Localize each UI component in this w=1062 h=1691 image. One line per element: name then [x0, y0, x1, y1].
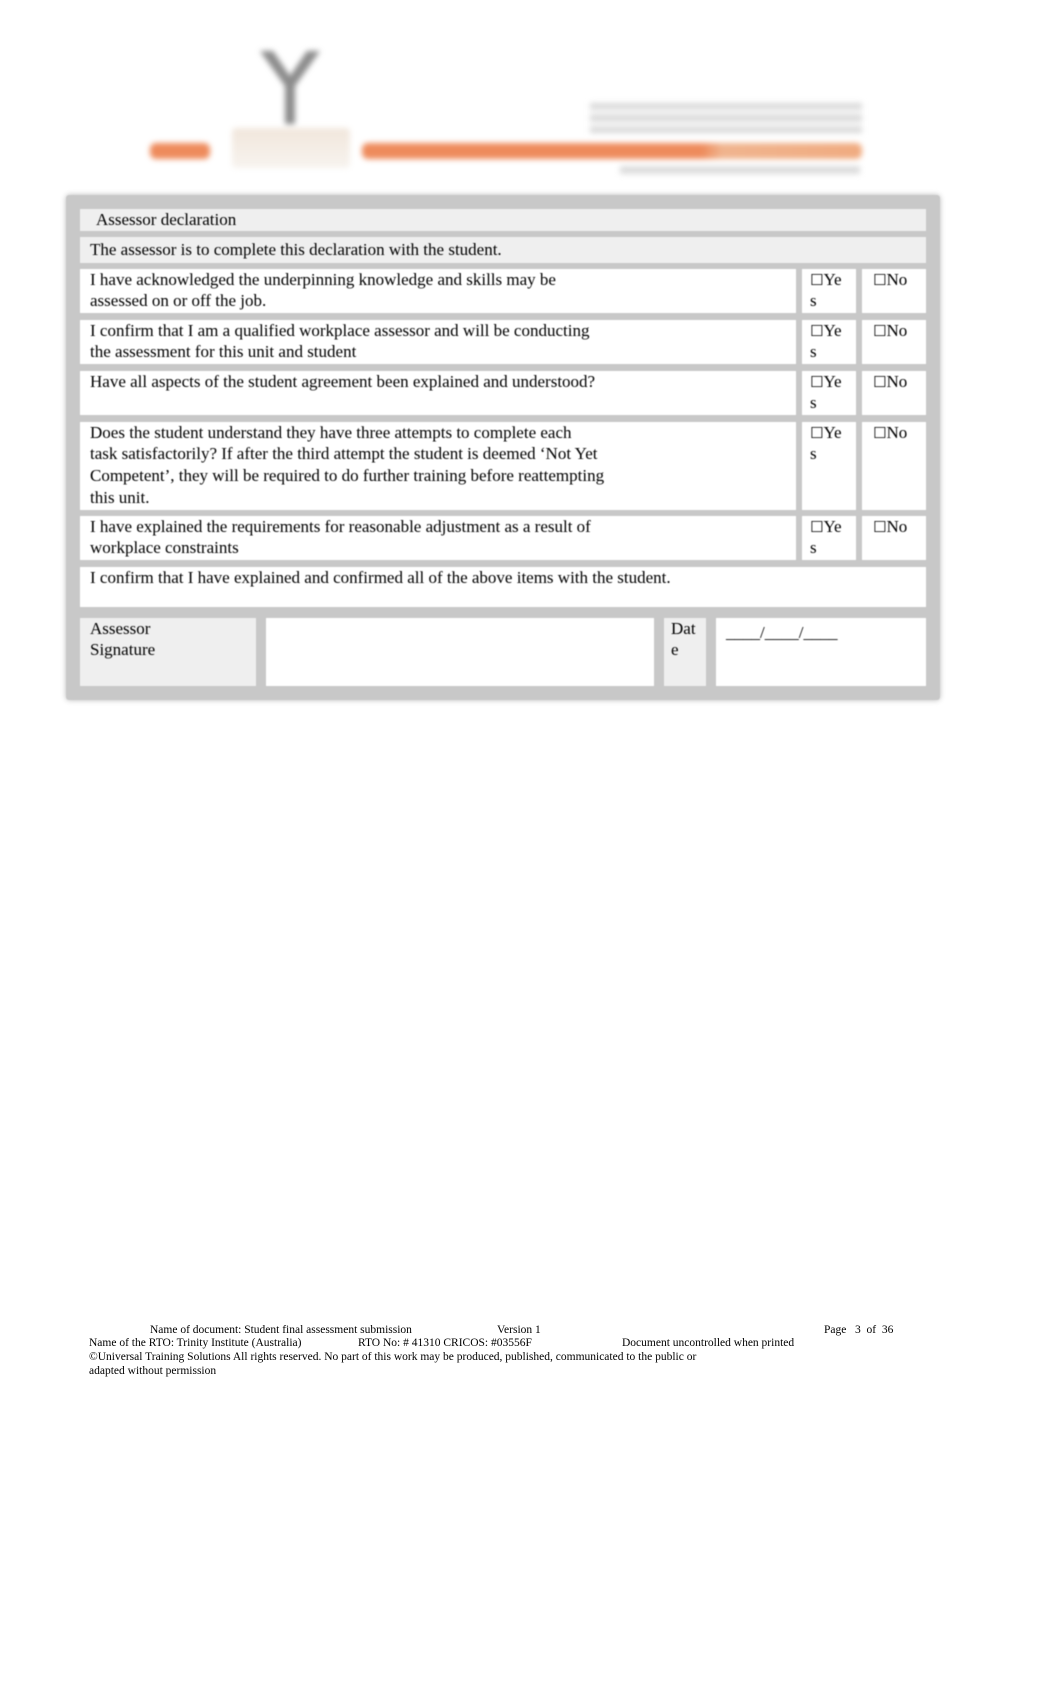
page-total: 36: [881, 1324, 894, 1336]
checkbox-icon[interactable]: ☐: [873, 322, 886, 340]
no-checkbox-cell[interactable]: ☐No: [862, 516, 926, 560]
table-title-row: Assessor declaration: [80, 209, 926, 231]
checkbox-icon[interactable]: ☐: [873, 518, 886, 536]
date-value: ____/____/____: [726, 623, 838, 642]
date-label: e: [671, 640, 679, 659]
yes-label-wrap: s: [810, 444, 817, 463]
header-subtext: [620, 166, 860, 174]
checkbox-icon[interactable]: ☐: [810, 271, 823, 289]
yes-label: Ye: [823, 423, 842, 442]
yes-label: Ye: [823, 270, 842, 289]
checkbox-icon[interactable]: ☐: [873, 424, 886, 442]
declaration-item: Does the student understand they have th…: [80, 422, 796, 510]
checkbox-icon[interactable]: ☐: [810, 373, 823, 391]
footer-doc-name: Name of document: Student final assessme…: [150, 1324, 412, 1336]
header-accent-bar-left: [150, 143, 210, 159]
yes-checkbox-cell[interactable]: ☐Ye s: [802, 422, 856, 510]
item-text-line: workplace constraints: [90, 538, 239, 557]
no-checkbox-cell[interactable]: ☐No: [862, 320, 926, 364]
footer-version: Version 1: [497, 1324, 541, 1336]
yes-label: Ye: [823, 372, 842, 391]
declaration-item: I have explained the requirements for re…: [80, 516, 796, 560]
yes-checkbox-cell[interactable]: ☐Ye s: [802, 320, 856, 364]
yes-label-wrap: s: [810, 538, 817, 557]
header-contact-text: [590, 103, 862, 133]
item-text-line: the assessment for this unit and student: [90, 342, 357, 361]
confirm-row: I confirm that I have explained and conf…: [80, 567, 926, 607]
yes-checkbox-cell[interactable]: ☐Ye s: [802, 371, 856, 415]
yes-label-wrap: s: [810, 342, 817, 361]
yes-label: Ye: [823, 517, 842, 536]
footer-rto-name: Name of the RTO: Trinity Institute (Aust…: [89, 1337, 302, 1349]
yes-label-wrap: s: [810, 393, 817, 412]
header-accent-bar: [362, 143, 862, 159]
no-label: No: [886, 517, 908, 536]
item-text-line: Have all aspects of the student agreemen…: [90, 372, 596, 391]
checkbox-icon[interactable]: ☐: [873, 373, 886, 391]
footer-rto-no: RTO No: # 41310 CRICOS: #03556F: [358, 1337, 532, 1349]
signature-label: Signature: [90, 640, 156, 659]
logo-wordmark: [232, 128, 350, 168]
no-checkbox-cell[interactable]: ☐No: [862, 371, 926, 415]
footer-copyright: adapted without permission: [89, 1365, 217, 1377]
item-text-line: I have acknowledged the underpinning kno…: [90, 270, 556, 289]
yes-checkbox-cell[interactable]: ☐Ye s: [802, 516, 856, 560]
item-text-line: Does the student understand they have th…: [90, 423, 572, 442]
checkbox-icon[interactable]: ☐: [810, 518, 823, 536]
page-current: 3: [854, 1324, 861, 1336]
yes-label: Ye: [823, 321, 842, 340]
page-label: Page: [824, 1324, 847, 1336]
checkbox-icon[interactable]: ☐: [873, 271, 886, 289]
item-text-line: assessed on or off the job.: [90, 291, 267, 310]
table-title: Assessor declaration: [96, 210, 237, 229]
no-checkbox-cell[interactable]: ☐No: [862, 422, 926, 510]
letterhead: [150, 8, 895, 183]
footer-copyright: ©Universal Training Solutions All rights…: [89, 1351, 697, 1363]
yes-checkbox-cell[interactable]: ☐Ye s: [802, 269, 856, 313]
date-label-cell: Dat e: [664, 618, 706, 686]
no-label: No: [886, 321, 908, 340]
item-text-line: I have explained the requirements for re…: [90, 517, 591, 536]
checkbox-icon[interactable]: ☐: [810, 424, 823, 442]
no-label: No: [886, 423, 908, 442]
footer-uncontrolled: Document uncontrolled when printed: [622, 1337, 795, 1349]
trinity-logo-icon: [260, 51, 320, 124]
intro-text: The assessor is to complete this declara…: [90, 240, 502, 259]
declaration-item: I confirm that I am a qualified workplac…: [80, 320, 796, 364]
no-label: No: [886, 372, 908, 391]
checkbox-icon[interactable]: ☐: [810, 322, 823, 340]
item-text-line: Competent’, they will be required to do …: [90, 466, 605, 485]
confirm-text: I confirm that I have explained and conf…: [90, 568, 671, 587]
no-checkbox-cell[interactable]: ☐No: [862, 269, 926, 313]
declaration-item: I have acknowledged the underpinning kno…: [80, 269, 796, 313]
item-text-line: task satisfactorily? If after the third …: [90, 444, 598, 463]
yes-label-wrap: s: [810, 291, 817, 310]
page-of: of: [866, 1324, 877, 1336]
signature-label-cell: Assessor Signature: [80, 618, 256, 686]
date-label: Dat: [671, 619, 696, 638]
intro-row: The assessor is to complete this declara…: [80, 237, 926, 263]
no-label: No: [886, 270, 908, 289]
date-field[interactable]: ____/____/____: [716, 618, 926, 686]
footer-page: Page 3 of 36: [824, 1324, 893, 1336]
item-text-line: this unit.: [90, 488, 150, 507]
assessor-declaration-table: Assessor declaration The assessor is to …: [66, 195, 940, 700]
declaration-item: Have all aspects of the student agreemen…: [80, 371, 796, 415]
signature-label: Assessor: [90, 619, 151, 638]
item-text-line: I confirm that I am a qualified workplac…: [90, 321, 590, 340]
signature-field[interactable]: [266, 618, 654, 686]
